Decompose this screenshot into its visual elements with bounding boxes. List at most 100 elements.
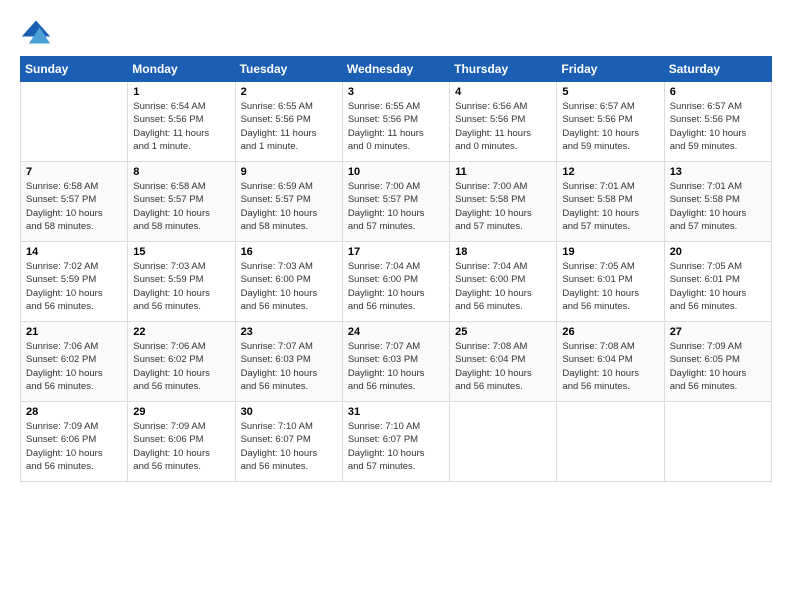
day-cell: 21 Sunrise: 7:06 AM Sunset: 6:02 PM Dayli… — [21, 322, 128, 402]
day-info: Sunrise: 7:09 AM Sunset: 6:06 PM Dayligh… — [26, 420, 122, 473]
day-number: 23 — [241, 326, 337, 338]
day-number: 2 — [241, 86, 337, 98]
day-cell: 9 Sunrise: 6:59 AM Sunset: 5:57 PM Daylig… — [235, 162, 342, 242]
day-number: 30 — [241, 406, 337, 418]
day-info: Sunrise: 6:54 AM Sunset: 5:56 PM Dayligh… — [133, 100, 229, 153]
day-info: Sunrise: 7:00 AM Sunset: 5:57 PM Dayligh… — [348, 180, 444, 233]
week-row-3: 14Sunrise: 7:02 AM Sunset: 5:59 PM Dayli… — [21, 242, 772, 322]
day-number: 9 — [241, 166, 337, 178]
day-info: Sunrise: 6:57 AM Sunset: 5:56 PM Dayligh… — [562, 100, 658, 153]
day-cell: 20 Sunrise: 7:05 AM Sunset: 6:01 PM Dayli… — [664, 242, 771, 322]
week-row-5: 28 Sunrise: 7:09 AM Sunset: 6:06 PM Dayli… — [21, 402, 772, 482]
day-cell: 23 Sunrise: 7:07 AM Sunset: 6:03 PM Dayli… — [235, 322, 342, 402]
day-cell: 22Sunrise: 7:06 AM Sunset: 6:02 PM Dayli… — [128, 322, 235, 402]
day-info: Sunrise: 7:06 AM Sunset: 6:02 PM Dayligh… — [26, 340, 122, 393]
day-info: Sunrise: 7:05 AM Sunset: 6:01 PM Dayligh… — [562, 260, 658, 313]
day-cell: 16 Sunrise: 7:03 AM Sunset: 6:00 PM Dayli… — [235, 242, 342, 322]
day-cell: 14Sunrise: 7:02 AM Sunset: 5:59 PM Dayli… — [21, 242, 128, 322]
week-row-4: 21 Sunrise: 7:06 AM Sunset: 6:02 PM Dayli… — [21, 322, 772, 402]
day-number: 5 — [562, 86, 658, 98]
day-cell: 5 Sunrise: 6:57 AM Sunset: 5:56 PM Daylig… — [557, 82, 664, 162]
week-row-2: 7Sunrise: 6:58 AM Sunset: 5:57 PM Daylig… — [21, 162, 772, 242]
day-cell: 30 Sunrise: 7:10 AM Sunset: 6:07 PM Dayli… — [235, 402, 342, 482]
calendar-body: 1 Sunrise: 6:54 AM Sunset: 5:56 PM Daylig… — [21, 82, 772, 482]
day-number: 11 — [455, 166, 551, 178]
weekday-header-friday: Friday — [557, 57, 664, 82]
header — [20, 18, 772, 46]
day-info: Sunrise: 6:57 AM Sunset: 5:56 PM Dayligh… — [670, 100, 766, 153]
day-cell: 2 Sunrise: 6:55 AM Sunset: 5:56 PM Daylig… — [235, 82, 342, 162]
day-number: 31 — [348, 406, 444, 418]
day-number: 4 — [455, 86, 551, 98]
day-cell: 7Sunrise: 6:58 AM Sunset: 5:57 PM Daylig… — [21, 162, 128, 242]
day-info: Sunrise: 7:06 AM Sunset: 6:02 PM Dayligh… — [133, 340, 229, 393]
weekday-header-sunday: Sunday — [21, 57, 128, 82]
day-info: Sunrise: 7:09 AM Sunset: 6:06 PM Dayligh… — [133, 420, 229, 473]
day-info: Sunrise: 7:02 AM Sunset: 5:59 PM Dayligh… — [26, 260, 122, 313]
calendar: SundayMondayTuesdayWednesdayThursdayFrid… — [20, 56, 772, 482]
day-cell: 15 Sunrise: 7:03 AM Sunset: 5:59 PM Dayli… — [128, 242, 235, 322]
day-number: 18 — [455, 246, 551, 258]
day-cell: 3Sunrise: 6:55 AM Sunset: 5:56 PM Daylig… — [342, 82, 449, 162]
day-number: 28 — [26, 406, 122, 418]
day-info: Sunrise: 7:04 AM Sunset: 6:00 PM Dayligh… — [455, 260, 551, 313]
day-number: 24 — [348, 326, 444, 338]
day-cell: 31 Sunrise: 7:10 AM Sunset: 6:07 PM Dayli… — [342, 402, 449, 482]
day-number: 8 — [133, 166, 229, 178]
logo-icon — [20, 18, 52, 46]
day-cell: 25Sunrise: 7:08 AM Sunset: 6:04 PM Dayli… — [450, 322, 557, 402]
day-number: 6 — [670, 86, 766, 98]
day-cell: 18 Sunrise: 7:04 AM Sunset: 6:00 PM Dayli… — [450, 242, 557, 322]
day-info: Sunrise: 6:55 AM Sunset: 5:56 PM Dayligh… — [241, 100, 337, 153]
day-info: Sunrise: 7:07 AM Sunset: 6:03 PM Dayligh… — [241, 340, 337, 393]
day-info: Sunrise: 7:08 AM Sunset: 6:04 PM Dayligh… — [455, 340, 551, 393]
day-info: Sunrise: 7:01 AM Sunset: 5:58 PM Dayligh… — [670, 180, 766, 233]
day-cell: 29 Sunrise: 7:09 AM Sunset: 6:06 PM Dayli… — [128, 402, 235, 482]
weekday-header-tuesday: Tuesday — [235, 57, 342, 82]
page: SundayMondayTuesdayWednesdayThursdayFrid… — [0, 0, 792, 612]
weekday-header-monday: Monday — [128, 57, 235, 82]
day-info: Sunrise: 7:10 AM Sunset: 6:07 PM Dayligh… — [241, 420, 337, 473]
day-cell: 1 Sunrise: 6:54 AM Sunset: 5:56 PM Daylig… — [128, 82, 235, 162]
day-number: 26 — [562, 326, 658, 338]
day-cell: 17 Sunrise: 7:04 AM Sunset: 6:00 PM Dayli… — [342, 242, 449, 322]
day-info: Sunrise: 7:05 AM Sunset: 6:01 PM Dayligh… — [670, 260, 766, 313]
day-number: 15 — [133, 246, 229, 258]
calendar-header: SundayMondayTuesdayWednesdayThursdayFrid… — [21, 57, 772, 82]
day-cell — [450, 402, 557, 482]
day-info: Sunrise: 6:59 AM Sunset: 5:57 PM Dayligh… — [241, 180, 337, 233]
day-cell — [557, 402, 664, 482]
day-info: Sunrise: 7:10 AM Sunset: 6:07 PM Dayligh… — [348, 420, 444, 473]
day-info: Sunrise: 7:00 AM Sunset: 5:58 PM Dayligh… — [455, 180, 551, 233]
day-cell — [664, 402, 771, 482]
weekday-row: SundayMondayTuesdayWednesdayThursdayFrid… — [21, 57, 772, 82]
day-info: Sunrise: 7:03 AM Sunset: 5:59 PM Dayligh… — [133, 260, 229, 313]
day-cell: 19 Sunrise: 7:05 AM Sunset: 6:01 PM Dayli… — [557, 242, 664, 322]
day-info: Sunrise: 7:01 AM Sunset: 5:58 PM Dayligh… — [562, 180, 658, 233]
day-number: 21 — [26, 326, 122, 338]
day-info: Sunrise: 7:09 AM Sunset: 6:05 PM Dayligh… — [670, 340, 766, 393]
day-number: 17 — [348, 246, 444, 258]
day-cell: 6 Sunrise: 6:57 AM Sunset: 5:56 PM Daylig… — [664, 82, 771, 162]
day-cell: 27 Sunrise: 7:09 AM Sunset: 6:05 PM Dayli… — [664, 322, 771, 402]
day-info: Sunrise: 7:03 AM Sunset: 6:00 PM Dayligh… — [241, 260, 337, 313]
day-cell: 8 Sunrise: 6:58 AM Sunset: 5:57 PM Daylig… — [128, 162, 235, 242]
day-cell: 10Sunrise: 7:00 AM Sunset: 5:57 PM Dayli… — [342, 162, 449, 242]
day-info: Sunrise: 6:56 AM Sunset: 5:56 PM Dayligh… — [455, 100, 551, 153]
day-number: 16 — [241, 246, 337, 258]
day-number: 13 — [670, 166, 766, 178]
day-info: Sunrise: 6:58 AM Sunset: 5:57 PM Dayligh… — [133, 180, 229, 233]
day-info: Sunrise: 6:58 AM Sunset: 5:57 PM Dayligh… — [26, 180, 122, 233]
day-number: 20 — [670, 246, 766, 258]
weekday-header-saturday: Saturday — [664, 57, 771, 82]
day-cell: 4 Sunrise: 6:56 AM Sunset: 5:56 PM Daylig… — [450, 82, 557, 162]
day-number: 27 — [670, 326, 766, 338]
week-row-1: 1 Sunrise: 6:54 AM Sunset: 5:56 PM Daylig… — [21, 82, 772, 162]
day-number: 19 — [562, 246, 658, 258]
day-cell: 26Sunrise: 7:08 AM Sunset: 6:04 PM Dayli… — [557, 322, 664, 402]
day-cell — [21, 82, 128, 162]
day-number: 1 — [133, 86, 229, 98]
day-cell: 12Sunrise: 7:01 AM Sunset: 5:58 PM Dayli… — [557, 162, 664, 242]
day-number: 29 — [133, 406, 229, 418]
day-info: Sunrise: 7:04 AM Sunset: 6:00 PM Dayligh… — [348, 260, 444, 313]
